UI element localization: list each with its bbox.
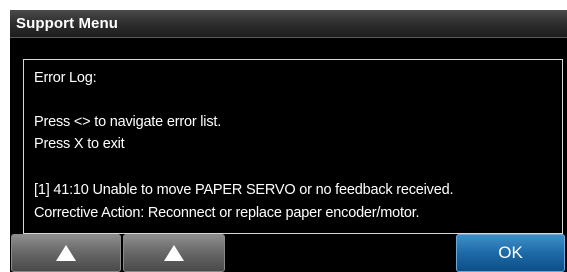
error-entry: [1] 41:10 Unable to move PAPER SERVO or …: [34, 182, 454, 198]
display-screen: Support Menu Error Log: Press <> to navi…: [10, 10, 567, 272]
title-bar: Support Menu: [10, 10, 567, 38]
ok-label: OK: [498, 243, 523, 262]
corrective-action: Corrective Action: Reconnect or replace …: [34, 205, 420, 221]
up-triangle-icon: [164, 245, 184, 261]
window-title: Support Menu: [16, 15, 119, 32]
up-triangle-icon: [56, 245, 76, 261]
error-log-panel: Error Log: Press <> to navigate error li…: [23, 59, 563, 234]
log-header: Error Log:: [34, 70, 97, 86]
ok-button[interactable]: OK: [456, 234, 565, 272]
softkey-up-2-button[interactable]: [123, 234, 225, 272]
softkey-up-1-button[interactable]: [11, 234, 121, 272]
instruction-navigate: Press <> to navigate error list.: [34, 114, 222, 130]
instruction-exit: Press X to exit: [34, 136, 125, 152]
